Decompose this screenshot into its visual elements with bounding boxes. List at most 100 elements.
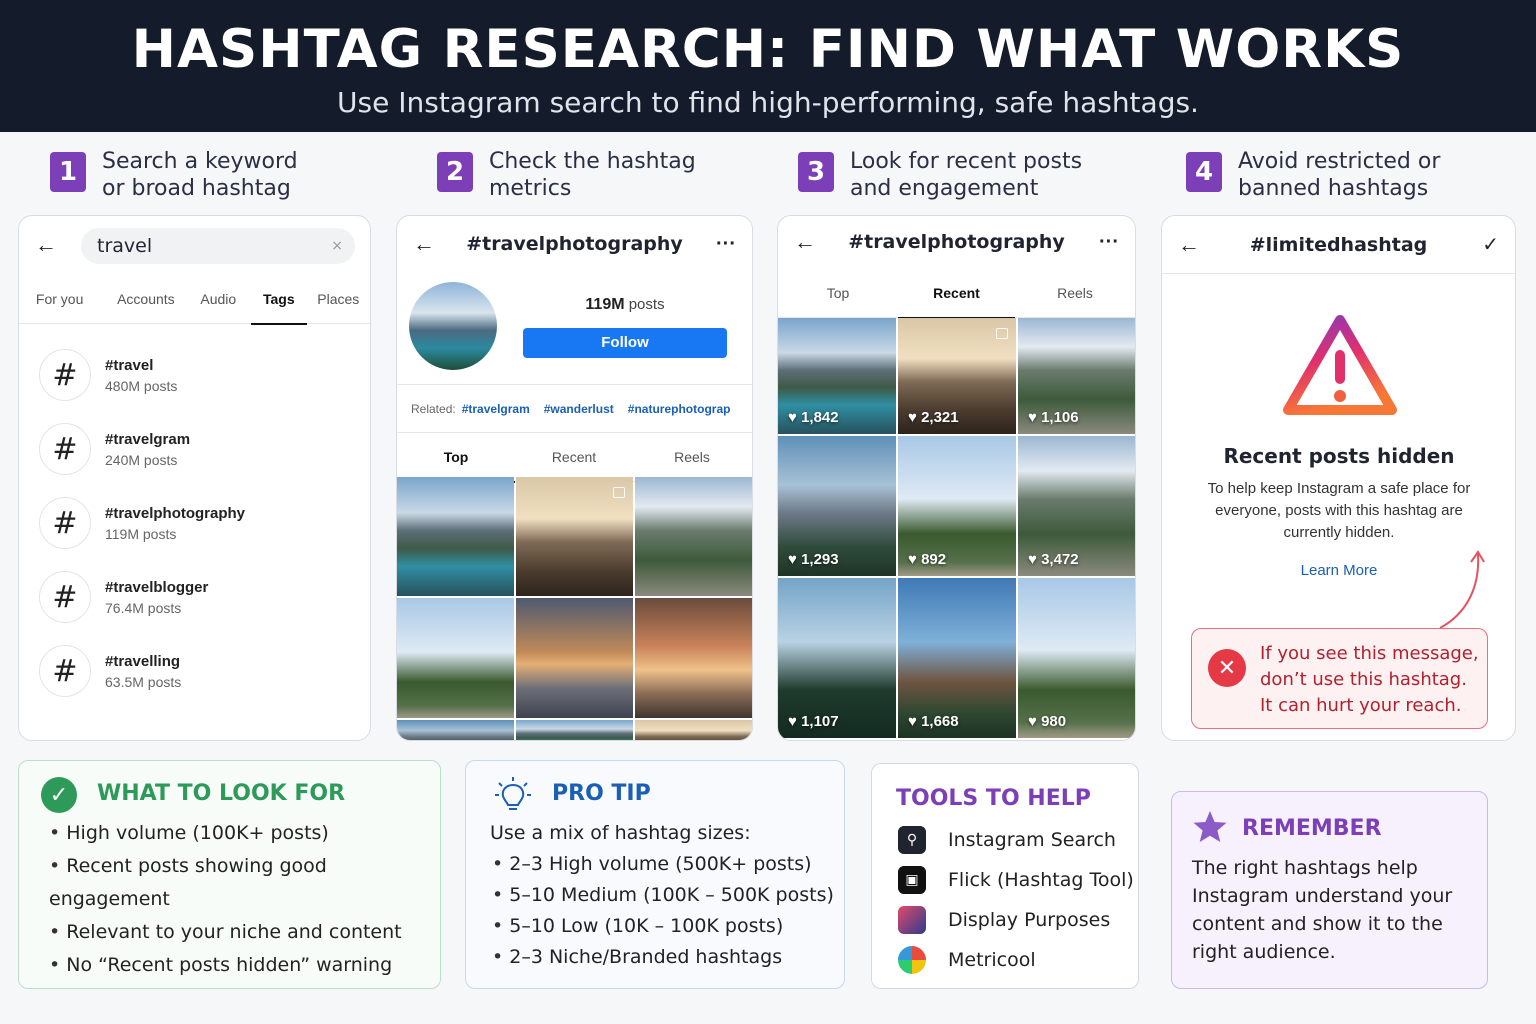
tab-accounts[interactable]: Accounts bbox=[100, 274, 191, 324]
post-thumbnail[interactable] bbox=[397, 720, 514, 740]
hidden-description: To help keep Instagram a safe place for … bbox=[1207, 480, 1471, 541]
tab-top[interactable]: Top bbox=[397, 432, 515, 483]
step-4: 4 Avoid restricted or banned hashtags bbox=[1186, 148, 1458, 202]
list-item: 5–10 Low (10K – 100K posts) bbox=[492, 911, 834, 942]
clear-icon[interactable]: × bbox=[331, 238, 343, 254]
tools-title: TOOLS TO HELP bbox=[896, 786, 1091, 811]
banner: HASHTAG RESEARCH: FIND WHAT WORKS Use In… bbox=[0, 0, 1536, 132]
tag-name: #travelgram bbox=[105, 430, 191, 448]
post-thumbnail[interactable]: ♥ 1,668 bbox=[898, 578, 1016, 738]
hashtag-icon: # bbox=[39, 645, 91, 697]
post-thumbnail[interactable]: ♥ 3,472 bbox=[1018, 436, 1135, 576]
tab-reels[interactable]: Reels bbox=[1015, 268, 1135, 318]
post-thumbnail[interactable] bbox=[516, 720, 633, 740]
like-count: ♥ 892 bbox=[908, 551, 947, 568]
step-text: Look for recent posts and engagement bbox=[850, 149, 1083, 201]
post-thumbnail[interactable] bbox=[635, 720, 752, 740]
tag-name: #travelblogger bbox=[105, 578, 209, 596]
tag-result[interactable]: # #travelgram 240M posts bbox=[19, 412, 370, 486]
related-tag[interactable]: #wanderlust bbox=[544, 402, 614, 416]
remember-text: The right hashtags help Instagram unders… bbox=[1192, 857, 1453, 963]
step-3: 3 Look for recent posts and engagement bbox=[798, 148, 1090, 202]
remember-title: REMEMBER bbox=[1242, 816, 1382, 841]
recent-posts-screen: ← #travelphotography ··· Top Recent Reel… bbox=[777, 215, 1136, 741]
tab-recent[interactable]: Recent bbox=[898, 268, 1015, 319]
tool-item[interactable]: ⚲ Instagram Search bbox=[898, 820, 1134, 860]
checkmark-icon[interactable]: ✓ bbox=[1471, 232, 1499, 257]
tool-label: Metricool bbox=[948, 949, 1036, 971]
hashtag-header: ← #travelphotography ··· bbox=[778, 216, 1135, 268]
list-item: 2–3 High volume (500K+ posts) bbox=[492, 849, 834, 880]
alert-text: If you see this message, don’t use this … bbox=[1260, 643, 1479, 716]
tag-result[interactable]: # #travelling 63.5M posts bbox=[19, 634, 370, 708]
back-arrow-icon[interactable]: ← bbox=[1178, 232, 1206, 258]
post-thumbnail[interactable] bbox=[397, 598, 514, 718]
more-options-icon[interactable]: ··· bbox=[708, 233, 736, 256]
hashtag-header: ← #limitedhashtag ✓ bbox=[1162, 216, 1515, 274]
tag-count: 63.5M posts bbox=[105, 673, 182, 690]
step-1: 1 Search a keyword or broad hashtag bbox=[50, 148, 312, 202]
tag-result[interactable]: # #travel 480M posts bbox=[19, 338, 370, 412]
post-thumbnail[interactable] bbox=[516, 477, 633, 596]
pointer-arrow-icon bbox=[1439, 550, 1485, 629]
tool-label: Display Purposes bbox=[948, 909, 1111, 931]
step-text: Search a keyword or broad hashtag bbox=[102, 149, 298, 201]
back-arrow-icon[interactable]: ← bbox=[794, 229, 822, 255]
tab-reels[interactable]: Reels bbox=[633, 432, 751, 482]
post-thumbnail[interactable]: ♥ 1,293 bbox=[778, 436, 896, 576]
back-arrow-icon[interactable]: ← bbox=[413, 231, 441, 257]
post-thumbnail[interactable]: ♥ 2,321 bbox=[898, 318, 1016, 434]
tool-item[interactable]: Metricool bbox=[898, 940, 1134, 980]
post-thumbnail[interactable]: ♥ 1,106 bbox=[1018, 318, 1135, 434]
flick-logo-icon: ▣ bbox=[898, 866, 926, 894]
more-options-icon[interactable]: ··· bbox=[1091, 231, 1119, 254]
tag-result[interactable]: # #travelphotography 119M posts bbox=[19, 486, 370, 560]
like-count: ♥ 1,106 bbox=[1028, 409, 1079, 426]
display-purposes-logo-icon bbox=[898, 906, 926, 934]
step-number: 1 bbox=[50, 152, 86, 192]
warning-triangle-icon bbox=[1283, 315, 1397, 415]
post-count-number: 119M bbox=[585, 296, 625, 313]
post-thumbnail[interactable]: ♥ 1,107 bbox=[778, 578, 896, 738]
hashtag-title: #travelphotography bbox=[848, 231, 1065, 253]
tag-count: 240M posts bbox=[105, 451, 178, 468]
follow-button[interactable]: Follow bbox=[523, 328, 727, 358]
metrics-tabs: Top Recent Reels bbox=[397, 432, 752, 483]
tool-item[interactable]: Display Purposes bbox=[898, 900, 1134, 940]
tab-audio[interactable]: Audio bbox=[192, 274, 246, 324]
hashtag-avatar bbox=[409, 282, 497, 370]
top-posts-grid bbox=[397, 477, 752, 740]
list-item: 2–3 Niche/Branded hashtags bbox=[492, 942, 834, 973]
tab-recent[interactable]: Recent bbox=[515, 432, 633, 482]
tab-places[interactable]: Places bbox=[307, 274, 370, 324]
related-tag[interactable]: #travelgram bbox=[462, 402, 530, 416]
post-thumbnail[interactable]: ♥ 892 bbox=[898, 436, 1016, 576]
tag-name: #travelphotography bbox=[105, 504, 246, 522]
tab-for-you[interactable]: For you bbox=[19, 274, 100, 324]
post-thumbnail[interactable]: ♥ 980 bbox=[1018, 578, 1135, 738]
warning-alert: ✕ If you see this message, don’t use thi… bbox=[1191, 628, 1488, 729]
post-thumbnail[interactable] bbox=[397, 477, 514, 596]
tab-tags[interactable]: Tags bbox=[251, 274, 307, 325]
like-count: ♥ 1,107 bbox=[788, 713, 839, 730]
post-thumbnail[interactable] bbox=[635, 598, 752, 718]
back-arrow-icon[interactable]: ← bbox=[35, 232, 63, 258]
error-x-icon: ✕ bbox=[1208, 649, 1246, 687]
hashtag-title: #limitedhashtag bbox=[1249, 233, 1428, 256]
tag-result[interactable]: # #travelblogger 76.4M posts bbox=[19, 560, 370, 634]
like-count: ♥ 1,668 bbox=[908, 713, 959, 730]
post-thumbnail[interactable] bbox=[635, 477, 752, 596]
page-title: HASHTAG RESEARCH: FIND WHAT WORKS bbox=[131, 19, 1405, 80]
related-tag[interactable]: #naturephotograp bbox=[628, 402, 731, 416]
hashtag-icon: # bbox=[39, 349, 91, 401]
tool-item[interactable]: ▣ Flick (Hashtag Tool) bbox=[898, 860, 1134, 900]
tab-top[interactable]: Top bbox=[778, 268, 898, 318]
post-thumbnail[interactable] bbox=[516, 598, 633, 718]
search-tabs: For you Accounts Audio Tags Places bbox=[19, 274, 370, 325]
search-screen: ← travel × For you Accounts Audio Tags P… bbox=[18, 215, 371, 741]
tag-results: # #travel 480M posts # #travelgram 240M post… bbox=[19, 324, 370, 708]
related-label: Related: bbox=[411, 401, 456, 416]
search-input[interactable]: travel × bbox=[81, 228, 355, 264]
post-thumbnail[interactable]: ♥ 1,842 bbox=[778, 318, 896, 434]
list-item: High volume (100K+ posts) bbox=[49, 817, 440, 850]
